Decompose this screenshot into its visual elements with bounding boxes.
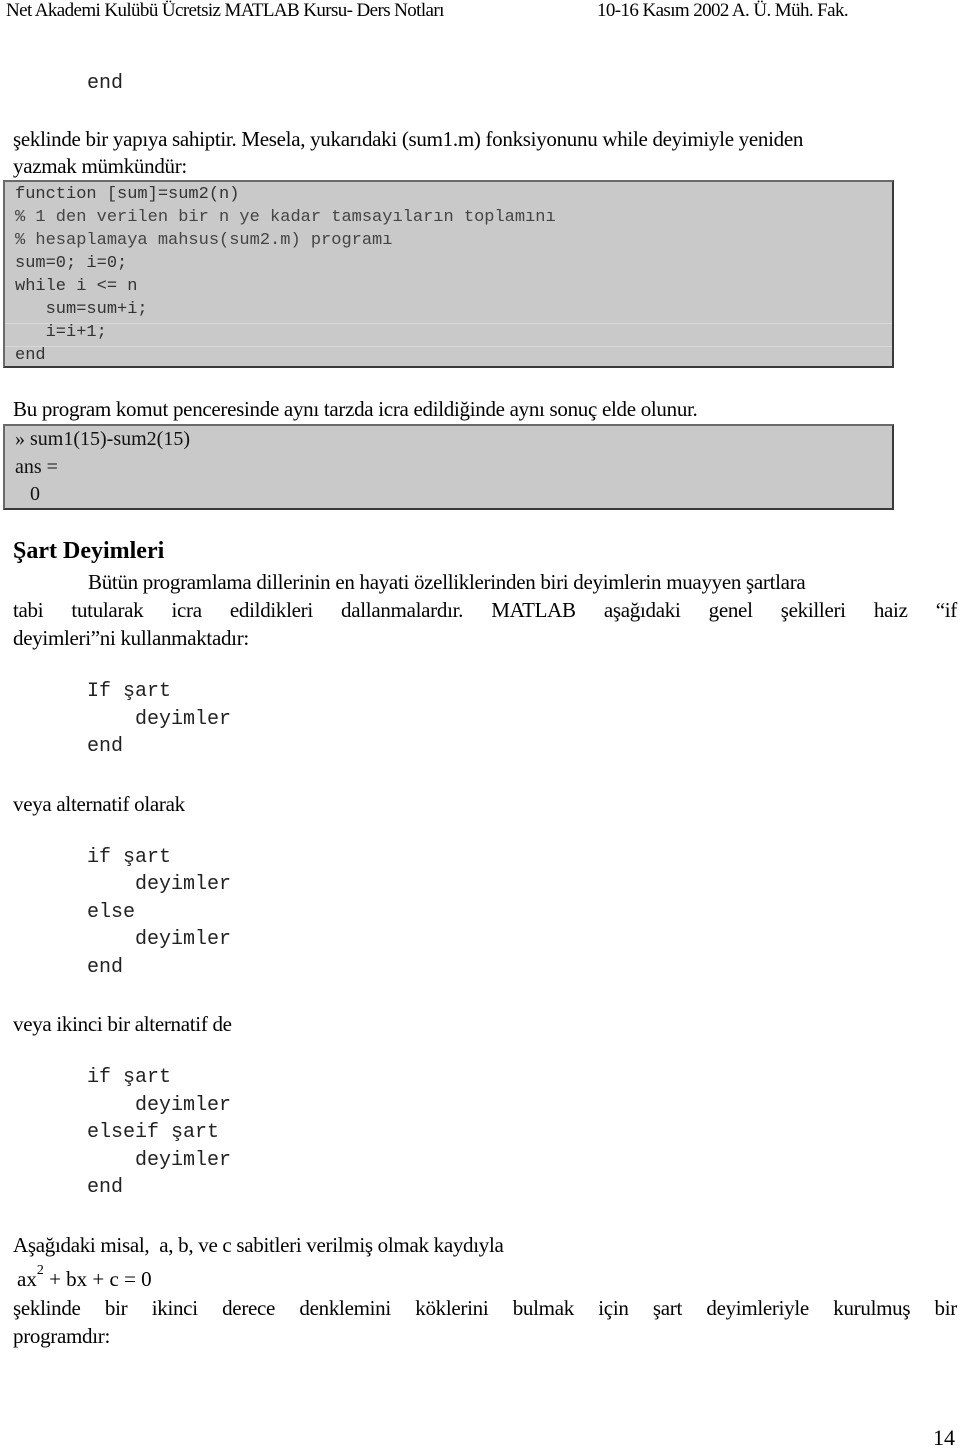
syntax-line: elseif şart [87,1121,220,1144]
example-description-line-1: şeklinde bir ikinci derece denklemini kö… [13,1296,957,1320]
syntax-line: deyimler [87,928,232,951]
alternative-label-2: veya ikinci bir alternatif de [13,1012,232,1036]
syntax-line: deyimler [87,708,232,731]
equation-exponent: 2 [36,1263,44,1278]
intro-paragraph-line-1: şeklinde bir yapıya sahiptir. Mesela, yu… [13,127,804,151]
page-header: Net Akademi Kulübü Ücretsiz MATLAB Kursu… [0,0,960,26]
equation-term: + bx + c = 0 [43,1267,152,1291]
intro-paragraph-line-2: yazmak mümkündür: [13,154,187,178]
page-number: 14 [933,1425,955,1450]
command-window-output: » sum1(15)-sum2(15) ans = 0 [3,424,894,510]
example-intro: Aşağıdaki misal, a, b, ve c sabitleri ve… [13,1233,504,1257]
equation-term: ax [17,1267,37,1291]
syntax-line: deyimler [87,873,232,896]
code-comment-line: % 1 den verilen bir n ye kadar tamsayıla… [15,208,556,227]
syntax-line: end [87,1176,124,1199]
code-line: sum=sum+i; [15,300,148,319]
command-line: » sum1(15)-sum2(15) [15,428,190,450]
code-comment-line: % hesaplamaya mahsus(sum2.m) programı [15,231,393,250]
syntax-line: if şart [87,1066,172,1089]
syntax-line: deyimler [87,1149,232,1172]
alternative-label-1: veya alternatif olarak [13,792,185,816]
quadratic-equation: ax2 + bx + c = 0 [17,1263,152,1292]
code-block-sum2: function [sum]=sum2(n) % 1 den verilen b… [3,180,894,368]
section-paragraph-line-2: tabi tutularak icra edildikleri dallanma… [13,598,957,622]
code-line: while i <= n [15,277,138,296]
output-value: 0 [15,483,40,505]
header-date-location: 10-16 Kasım 2002 A. Ü. Müh. Fak. [597,0,849,21]
syntax-line: end [87,735,124,758]
code-line: i=i+1; [15,323,107,342]
code-line: function [sum]=sum2(n) [15,185,240,204]
syntax-line: deyimler [87,1094,232,1117]
syntax-line: else [87,901,136,924]
syntax-line: If şart [87,680,172,703]
section-heading: Şart Deyimleri [13,538,165,564]
syntax-line: if şart [87,846,172,869]
code-line: end [15,346,46,365]
code-line-separator [5,323,892,324]
code-line: sum=0; i=0; [15,254,128,273]
output-label: ans = [15,456,58,478]
syntax-line: end [87,956,124,979]
section-paragraph-line-3: deyimleri”ni kullanmaktadır: [13,626,249,650]
example-description-line-2: programdır: [13,1324,111,1348]
header-course-title: Net Akademi Kulübü Ücretsiz MATLAB Kursu… [6,0,444,21]
code-end-fragment: end [87,72,124,95]
section-paragraph-line-1: Bütün programlama dillerinin en hayati ö… [88,570,806,594]
result-sentence: Bu program komut penceresinde aynı tarzd… [13,397,698,421]
code-line-separator [5,346,892,347]
